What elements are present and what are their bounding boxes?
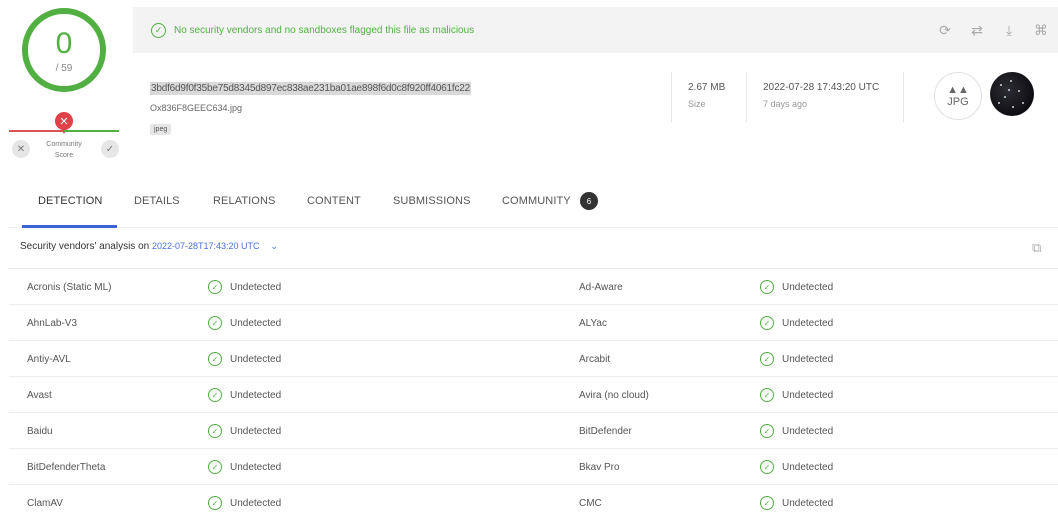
last-analysis-date: 2022-07-28 17:43:20 UTC xyxy=(763,82,880,93)
divider xyxy=(903,72,904,122)
file-hash[interactable]: 3bdf6d9f0f35be75d8345d897ec838ae231ba01a… xyxy=(150,82,472,95)
check-circle-icon: ✓ xyxy=(760,460,774,474)
vendor-name: Bkav Pro xyxy=(579,462,620,473)
check-circle-icon: ✓ xyxy=(760,352,774,366)
check-circle-icon: ✓ xyxy=(208,424,222,438)
vendor-name: ALYac xyxy=(579,318,607,329)
vendor-result: ✓ Undetected xyxy=(760,352,833,366)
vendor-name: Antiy-AVL xyxy=(27,354,71,365)
analysis-label: Security vendors' analysis on xyxy=(20,241,150,252)
last-analysis-ago: 7 days ago xyxy=(763,99,808,109)
vendor-result: ✓ Undetected xyxy=(208,316,281,330)
vendor-result: ✓ Undetected xyxy=(208,352,281,366)
table-row: Baidu ✓ Undetected BitDefender ✓ Undetecte… xyxy=(9,412,1058,448)
vote-harmful-button[interactable]: ✕ xyxy=(12,140,30,158)
vendor-result: ✓ Undetected xyxy=(208,460,281,474)
check-circle-icon: ✓ xyxy=(208,496,222,510)
chevron-down-icon[interactable]: ⌄ xyxy=(270,241,278,251)
status-text: No security vendors and no sandboxes fla… xyxy=(174,24,475,36)
engine-total: / 59 xyxy=(55,62,73,74)
vendor-result: ✓ Undetected xyxy=(208,424,281,438)
download-icon[interactable]: ⤓ xyxy=(1000,21,1018,39)
tab-community[interactable]: COMMUNITY xyxy=(502,195,571,207)
divider xyxy=(746,72,747,122)
community-score-marker-icon: ✕ xyxy=(55,112,73,134)
vendor-name: BitDefender xyxy=(579,426,632,437)
vendor-name: Avira (no cloud) xyxy=(579,390,649,401)
vendor-name: BitDefenderTheta xyxy=(27,462,106,473)
table-row: AhnLab-V3 ✓ Undetected ALYac ✓ Undetected xyxy=(9,304,1058,340)
vendor-name: CMC xyxy=(579,498,602,509)
analysis-header: Security vendors' analysis on 2022-07-28… xyxy=(20,241,278,252)
vendor-result: ✓ Undetected xyxy=(760,316,833,330)
check-circle-icon: ✓ xyxy=(760,496,774,510)
active-tab-indicator xyxy=(22,225,117,228)
vendor-result: ✓ Undetected xyxy=(760,424,833,438)
tab-content[interactable]: CONTENT xyxy=(307,195,361,207)
vendor-result: ✓ Undetected xyxy=(760,496,833,510)
divider xyxy=(671,72,672,122)
vendor-name: Baidu xyxy=(27,426,53,437)
table-row: BitDefenderTheta ✓ Undetected Bkav Pro ✓ U… xyxy=(9,448,1058,484)
check-circle-icon: ✓ xyxy=(208,316,222,330)
check-circle-icon: ✓ xyxy=(151,22,166,38)
vendor-result: ✓ Undetected xyxy=(760,388,833,402)
graph-icon[interactable]: ⌘ xyxy=(1032,21,1050,39)
check-circle-icon: ✓ xyxy=(208,388,222,402)
tab-relations[interactable]: RELATIONS xyxy=(213,195,275,207)
check-circle-icon: ✓ xyxy=(760,424,774,438)
analysis-date-select[interactable]: 2022-07-28T17:43:20 UTC xyxy=(152,241,260,251)
status-banner: ✓ No security vendors and no sandboxes f… xyxy=(133,7,1058,53)
vote-harmless-button[interactable]: ✓ xyxy=(101,140,119,158)
tab-bar: DETECTION DETAILS RELATIONS CONTENT SUBM… xyxy=(9,178,1058,228)
file-thumbnail xyxy=(990,72,1034,116)
vendor-name: Acronis (Static ML) xyxy=(27,282,112,293)
vendor-result: ✓ Undetected xyxy=(760,280,833,294)
file-type-tag[interactable]: jpeg xyxy=(150,124,172,135)
community-score-bar xyxy=(9,130,119,132)
community-count-badge: 6 xyxy=(580,192,598,210)
detection-score-ring: 0 / 59 xyxy=(22,8,106,92)
table-row: ClamAV ✓ Undetected CMC ✓ Undetected xyxy=(9,484,1058,520)
check-circle-icon: ✓ xyxy=(208,352,222,366)
vendor-table: Acronis (Static ML) ✓ Undetected Ad-Aware… xyxy=(9,268,1058,520)
vendor-result: ✓ Undetected xyxy=(208,280,281,294)
file-type-badge: ▲▲ JPG xyxy=(934,72,982,120)
table-row: Acronis (Static ML) ✓ Undetected Ad-Aware… xyxy=(9,268,1058,304)
image-icon: ▲▲ xyxy=(947,84,969,96)
vendor-result: ✓ Undetected xyxy=(208,388,281,402)
vendor-name: ClamAV xyxy=(27,498,63,509)
table-row: Antiy-AVL ✓ Undetected Arcabit ✓ Undetecte… xyxy=(9,340,1058,376)
file-type-label: JPG xyxy=(947,96,969,108)
community-score-label: Community Score xyxy=(46,141,82,159)
tab-submissions[interactable]: SUBMISSIONS xyxy=(393,195,471,207)
vendor-result: ✓ Undetected xyxy=(760,460,833,474)
vendor-name: Ad-Aware xyxy=(579,282,623,293)
file-info-panel: 3bdf6d9f0f35be75d8345d897ec838ae231ba01a… xyxy=(133,60,1058,156)
copy-icon[interactable]: ⧉ xyxy=(1032,240,1048,256)
vendor-name: Avast xyxy=(27,390,52,401)
check-circle-icon: ✓ xyxy=(760,316,774,330)
compare-icon[interactable]: ⇄ xyxy=(968,21,986,39)
tab-detection[interactable]: DETECTION xyxy=(38,195,102,207)
file-name: Ox836F8GEEC634.jpg xyxy=(150,103,243,113)
table-row: Avast ✓ Undetected Avira (no cloud) ✓ Unde… xyxy=(9,376,1058,412)
file-size-label: Size xyxy=(688,99,706,109)
vendor-result: ✓ Undetected xyxy=(208,496,281,510)
vendor-name: Arcabit xyxy=(579,354,611,365)
file-size-value: 2.67 MB xyxy=(688,82,726,93)
check-circle-icon: ✓ xyxy=(760,388,774,402)
reanalyze-icon[interactable]: ⟳ xyxy=(936,21,954,39)
vendor-name: AhnLab-V3 xyxy=(27,318,78,329)
detection-count: 0 xyxy=(55,26,73,60)
tab-details[interactable]: DETAILS xyxy=(134,195,180,207)
check-circle-icon: ✓ xyxy=(208,280,222,294)
file-toolbar: ⟳ ⇄ ⤓ ⌘ xyxy=(936,21,1050,39)
check-circle-icon: ✓ xyxy=(208,460,222,474)
check-circle-icon: ✓ xyxy=(760,280,774,294)
